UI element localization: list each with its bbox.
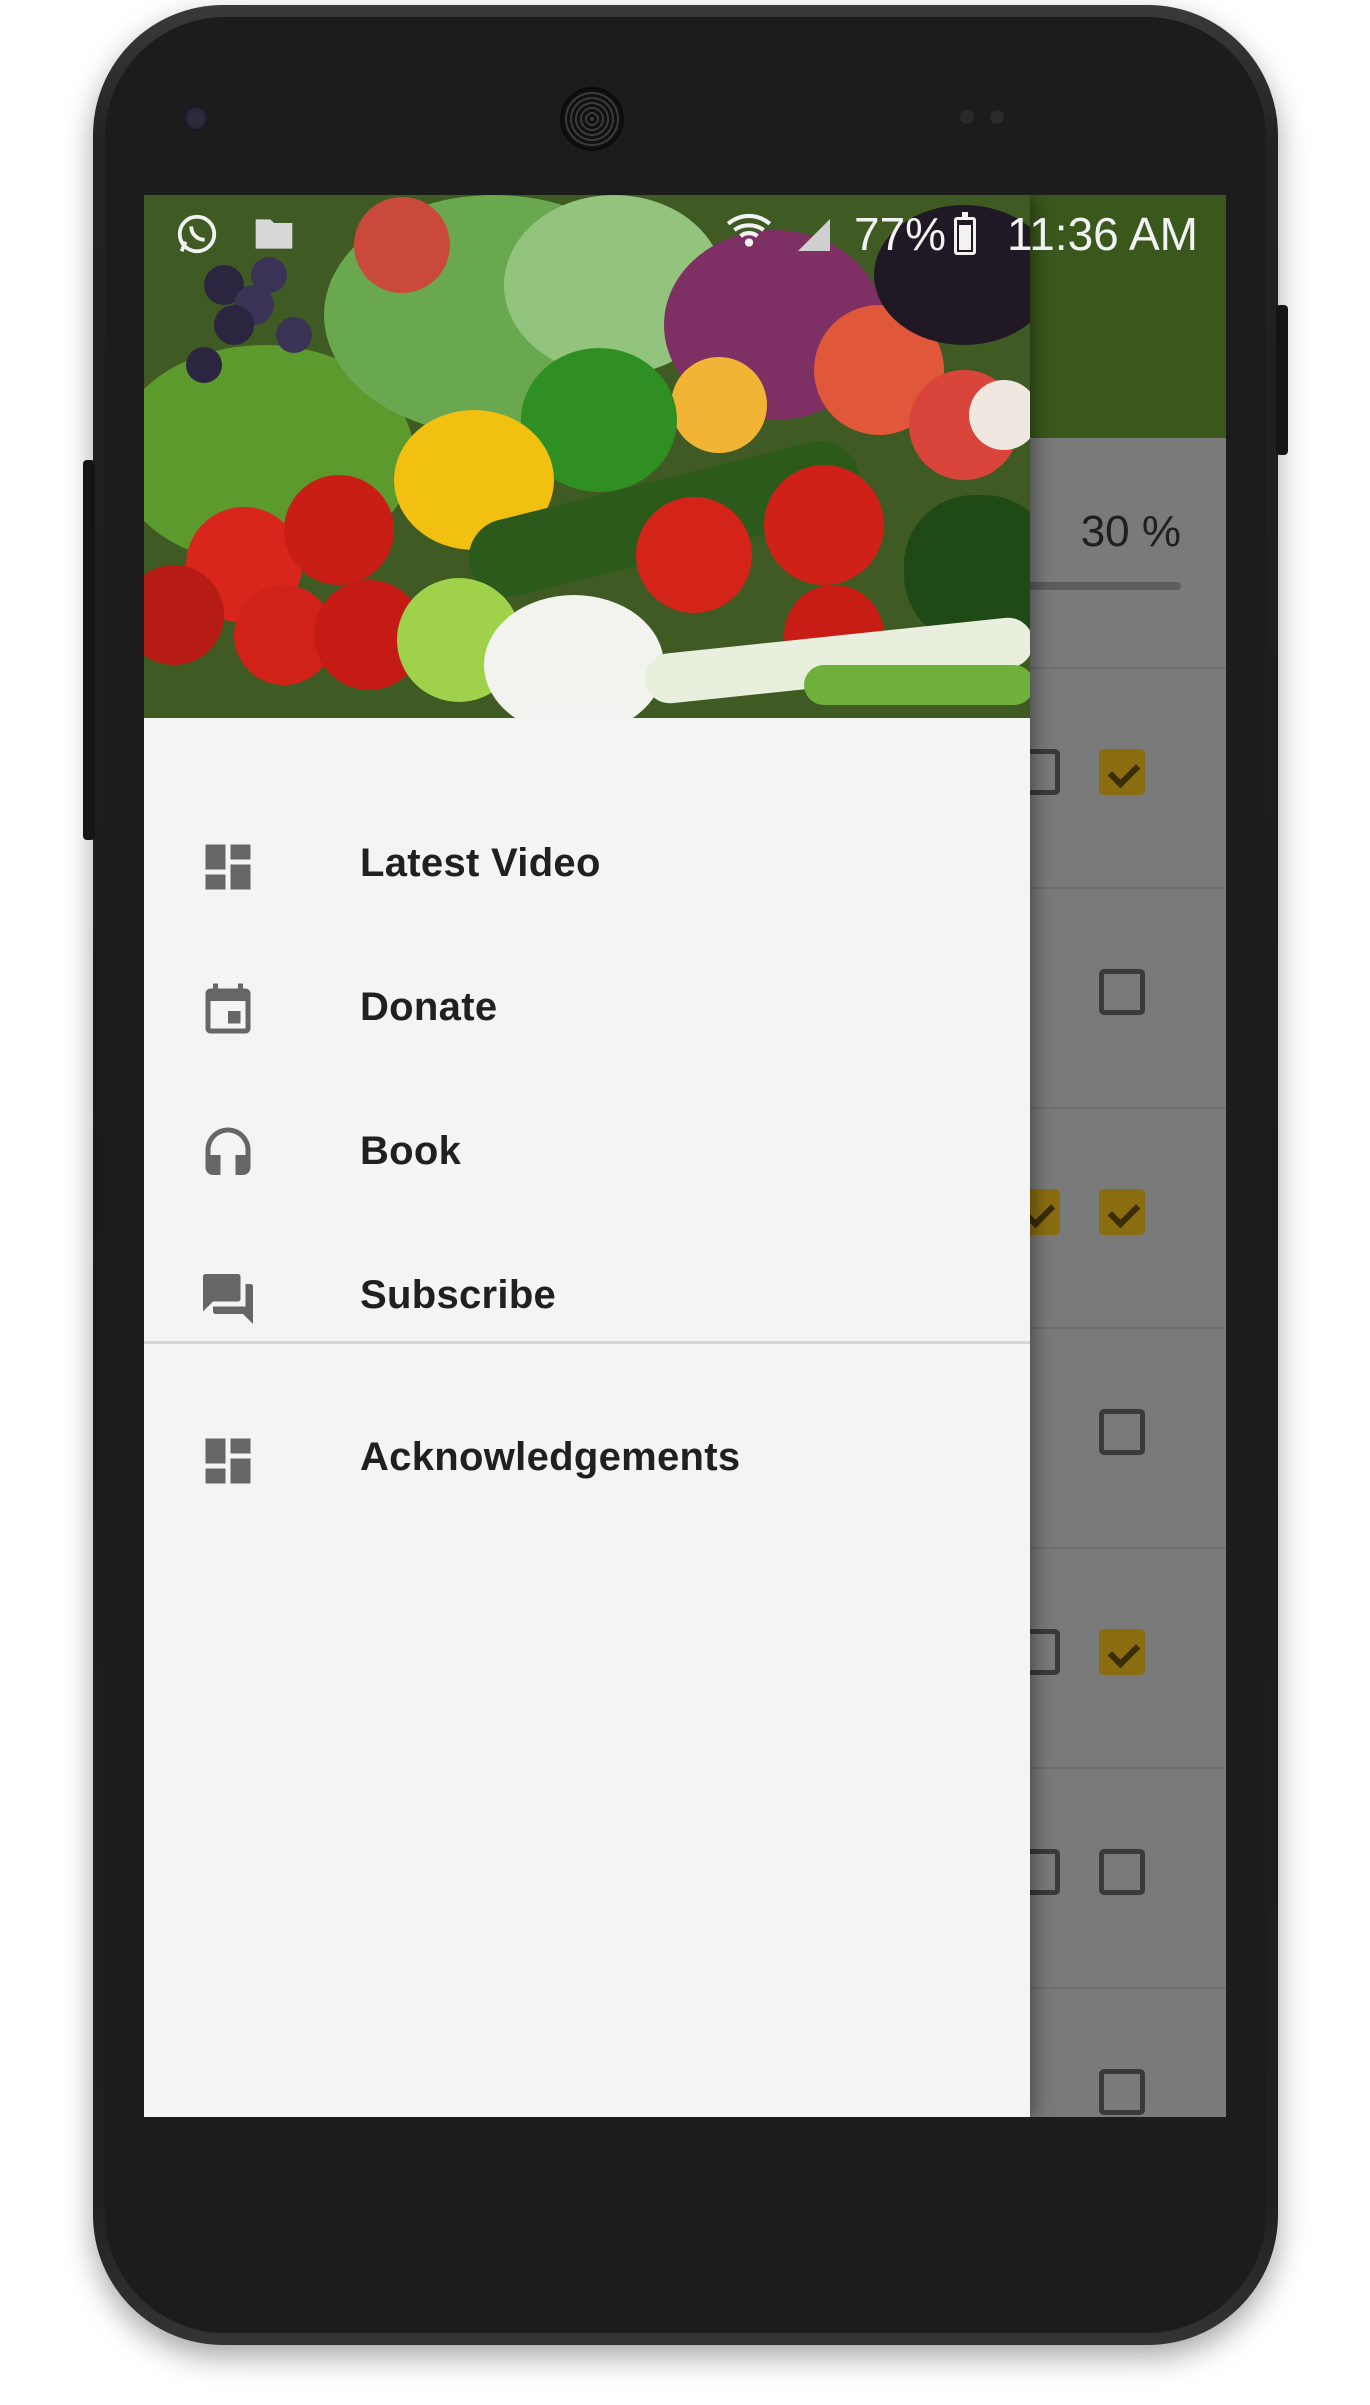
status-bar: 77% 11:36 AM [144, 195, 1226, 272]
drawer-item-latest-video[interactable]: Latest Video [144, 795, 1030, 939]
headphones-icon [205, 1127, 251, 1175]
proximity-sensor-icon [960, 110, 974, 124]
drawer-item-book[interactable]: Book [144, 1083, 1030, 1227]
power-button [1276, 305, 1288, 455]
drawer-item-acknowledgements[interactable]: Acknowledgements [144, 1389, 1030, 1533]
clock: 11:36 AM [1007, 208, 1198, 260]
checkbox[interactable] [1099, 1409, 1145, 1455]
front-camera-icon [183, 105, 209, 131]
light-sensor-icon [990, 110, 1004, 124]
progress-percent: 30 % [1080, 507, 1181, 556]
forum-icon [203, 1274, 253, 1324]
checkbox-checked[interactable] [1099, 1629, 1145, 1675]
dashboard-icon [205, 844, 251, 890]
drawer-item-subscribe[interactable]: Subscribe [144, 1227, 1030, 1371]
checkbox[interactable] [1099, 1849, 1145, 1895]
battery-percent: 77% [854, 208, 947, 260]
dashboard-icon [205, 1438, 251, 1484]
vegetables-image [144, 195, 1030, 718]
folder-icon [255, 219, 293, 249]
earpiece-speaker-icon [560, 87, 624, 151]
calendar-icon [205, 983, 251, 1034]
phone-screen: 30 % Latest Video Donate Book Subscribe … [144, 195, 1226, 2117]
drawer-item-label: Donate [360, 985, 498, 1029]
checkbox-checked[interactable] [1099, 749, 1145, 795]
navigation-drawer: Latest Video Donate Book Subscribe Ackno… [144, 195, 1030, 2117]
whatsapp-icon [177, 214, 217, 254]
checkbox[interactable] [1099, 2069, 1145, 2115]
drawer-item-label: Acknowledgements [360, 1435, 741, 1479]
drawer-item-label: Subscribe [360, 1273, 557, 1317]
drawer-item-label: Book [360, 1129, 462, 1173]
drawer-divider [144, 1341, 1030, 1344]
signal-icon [798, 219, 830, 251]
drawer-item-label: Latest Video [360, 841, 601, 885]
checkbox-checked[interactable] [1099, 1189, 1145, 1235]
battery-charging-icon [954, 212, 976, 255]
wifi-icon [726, 213, 772, 247]
volume-button [83, 460, 95, 840]
vegetables-header-image [144, 195, 1030, 718]
checkbox[interactable] [1099, 969, 1145, 1015]
drawer-item-donate[interactable]: Donate [144, 939, 1030, 1083]
